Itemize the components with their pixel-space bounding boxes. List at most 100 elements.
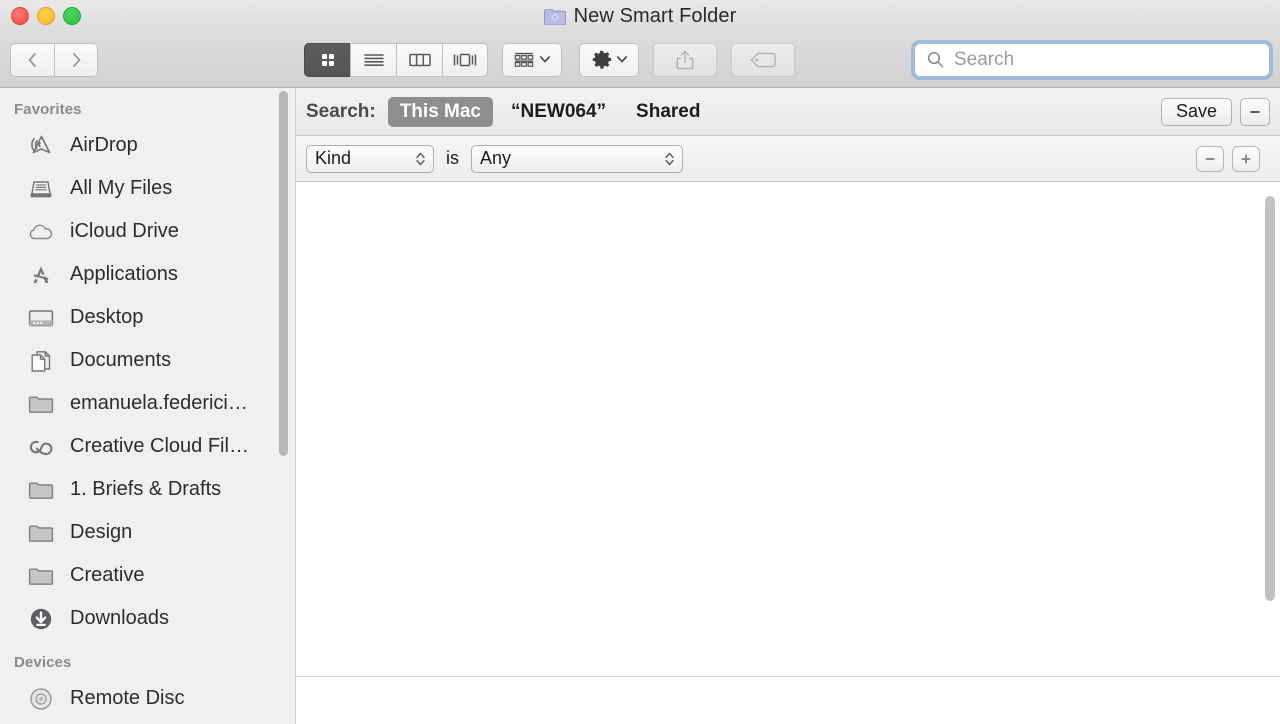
- icon-view-button[interactable]: [304, 43, 350, 77]
- sidebar-item-all-my-files[interactable]: All My Files: [0, 167, 295, 210]
- window-body: Favorites AirDrop: [0, 88, 1280, 724]
- save-button[interactable]: Save: [1161, 98, 1232, 126]
- navigation-buttons: [10, 43, 98, 77]
- close-button[interactable]: [11, 7, 29, 25]
- finder-window: New Smart Folder: [0, 0, 1280, 724]
- search-icon: [926, 50, 945, 69]
- view-mode-group: [304, 43, 488, 77]
- coverflow-view-button[interactable]: [442, 43, 488, 77]
- remove-criteria-button[interactable]: [1196, 146, 1224, 172]
- sidebar-scrollbar[interactable]: [279, 91, 288, 456]
- creative-cloud-icon: [26, 433, 56, 461]
- tag-icon: [749, 51, 777, 69]
- icloud-icon: [26, 218, 56, 246]
- add-criteria-button[interactable]: [1232, 146, 1260, 172]
- sidebar-item-creative[interactable]: Creative: [0, 554, 295, 597]
- content-scrollbar[interactable]: [1265, 196, 1275, 601]
- desktop-icon: [26, 304, 56, 332]
- column-view-button[interactable]: [396, 43, 442, 77]
- minimize-button[interactable]: [37, 7, 55, 25]
- sidebar-item-documents[interactable]: Documents: [0, 339, 295, 382]
- maximize-button[interactable]: [63, 7, 81, 25]
- search-scope-label: Search:: [306, 101, 376, 123]
- list-icon: [363, 51, 385, 69]
- sidebar-item-icloud-drive[interactable]: iCloud Drive: [0, 210, 295, 253]
- criteria-attribute-select[interactable]: Kind: [306, 145, 434, 173]
- sidebar-item-airdrop[interactable]: AirDrop: [0, 124, 295, 167]
- arrange-grid-icon: [513, 51, 535, 69]
- criteria-value: Any: [480, 148, 511, 169]
- criteria-row-buttons: [1196, 146, 1260, 172]
- file-list-area[interactable]: [296, 182, 1280, 724]
- columns-icon: [408, 51, 432, 69]
- sidebar-item-label: All My Files: [70, 177, 172, 200]
- sidebar-item-creative-cloud-files[interactable]: Creative Cloud Fil…: [0, 425, 295, 468]
- scope-option-this-mac[interactable]: This Mac: [388, 97, 493, 127]
- sidebar-item-label: Applications: [70, 263, 178, 286]
- search-field[interactable]: Search: [914, 43, 1270, 77]
- plus-icon: [1239, 152, 1253, 166]
- title-container: New Smart Folder: [0, 0, 1280, 32]
- criteria-operator: is: [446, 148, 459, 169]
- sidebar-item-label: Downloads: [70, 607, 169, 630]
- sidebar-item-label: Documents: [70, 349, 171, 372]
- grid-icon: [319, 51, 337, 69]
- status-bar-divider: [296, 676, 1280, 677]
- sidebar-section-header-favorites: Favorites: [0, 97, 295, 124]
- share-icon: [675, 49, 695, 71]
- folder-icon: [26, 390, 56, 418]
- window-title: New Smart Folder: [574, 5, 737, 28]
- sidebar-item-emanuela-federici[interactable]: emanuela.federici…: [0, 382, 295, 425]
- sidebar-item-remote-disc[interactable]: Remote Disc: [0, 677, 295, 720]
- gear-icon: [591, 49, 612, 70]
- folder-icon: [26, 476, 56, 504]
- sidebar-item-label: 1. Briefs & Drafts: [70, 478, 221, 501]
- scope-bar-actions: Save: [1161, 98, 1270, 126]
- forward-button[interactable]: [54, 43, 98, 77]
- close-search-button[interactable]: [1240, 98, 1270, 126]
- traffic-lights: [11, 0, 81, 32]
- scope-option-shared[interactable]: Shared: [624, 97, 712, 127]
- sidebar-item-label: Creative: [70, 564, 144, 587]
- minus-icon: [1248, 106, 1262, 118]
- all-my-files-icon: [26, 175, 56, 203]
- toolbar: Search: [0, 32, 1280, 88]
- action-menu-button[interactable]: [579, 43, 639, 77]
- sidebar-item-label: emanuela.federici…: [70, 392, 248, 415]
- sidebar-item-label: Remote Disc: [70, 687, 184, 710]
- sidebar-item-label: Desktop: [70, 306, 143, 329]
- search-input[interactable]: Search: [954, 49, 1014, 71]
- tags-button[interactable]: [731, 43, 795, 77]
- stepper-arrows-icon: [415, 150, 426, 168]
- scope-option-new064[interactable]: “NEW064”: [499, 97, 618, 127]
- content-area: Search: This Mac “NEW064” Shared Save Ki…: [296, 88, 1280, 724]
- applications-icon: [26, 261, 56, 289]
- coverflow-icon: [452, 51, 478, 69]
- sidebar-item-design[interactable]: Design: [0, 511, 295, 554]
- minus-icon: [1203, 153, 1217, 165]
- sidebar-item-applications[interactable]: Applications: [0, 253, 295, 296]
- back-button[interactable]: [10, 43, 54, 77]
- arrange-button[interactable]: [502, 43, 562, 77]
- folder-icon: [26, 562, 56, 590]
- sidebar-item-downloads[interactable]: Downloads: [0, 597, 295, 640]
- sidebar-item-desktop[interactable]: Desktop: [0, 296, 295, 339]
- list-view-button[interactable]: [350, 43, 396, 77]
- sidebar-item-briefs-and-drafts[interactable]: 1. Briefs & Drafts: [0, 468, 295, 511]
- criteria-value-select[interactable]: Any: [471, 145, 683, 173]
- sidebar-item-label: iCloud Drive: [70, 220, 179, 243]
- sidebar: Favorites AirDrop: [0, 88, 296, 724]
- chevron-down-icon: [539, 55, 551, 64]
- sidebar-item-label: Design: [70, 521, 132, 544]
- search-scope-bar: Search: This Mac “NEW064” Shared Save: [296, 88, 1280, 136]
- smart-folder-icon: [544, 8, 566, 25]
- folder-icon: [26, 519, 56, 547]
- documents-icon: [26, 347, 56, 375]
- sidebar-section-header-devices: Devices: [0, 640, 295, 677]
- downloads-icon: [26, 605, 56, 633]
- search-criteria-row: Kind is Any: [296, 136, 1280, 182]
- chevron-left-icon: [26, 51, 39, 69]
- share-button[interactable]: [653, 43, 717, 77]
- sidebar-item-label: Creative Cloud Fil…: [70, 435, 249, 458]
- sidebar-item-label: AirDrop: [70, 134, 138, 157]
